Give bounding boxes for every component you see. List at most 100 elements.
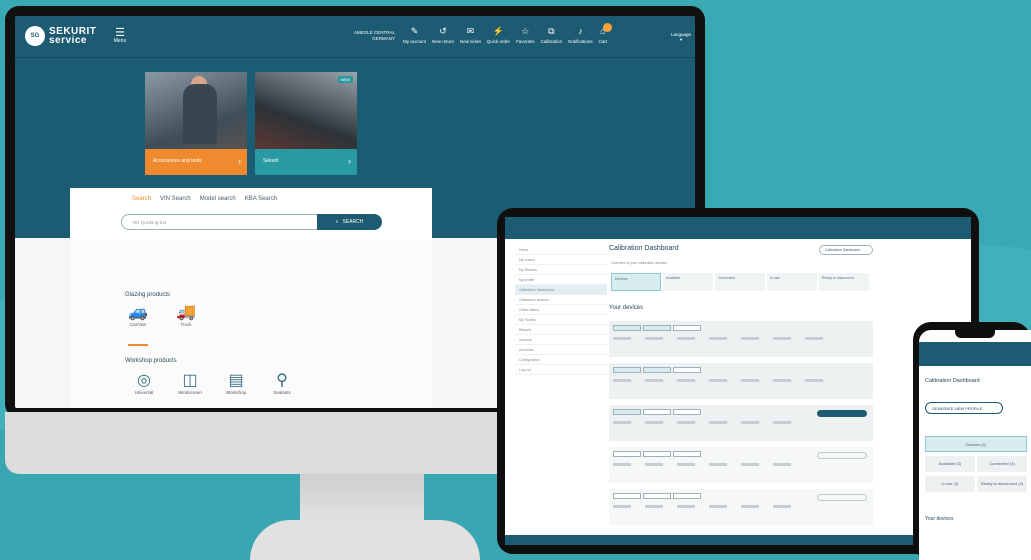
logo-line2: service (49, 35, 87, 46)
product-truck[interactable]: 🚚 Truck (168, 304, 204, 327)
sidebar-item[interactable]: Home (515, 245, 607, 255)
nav-quick-order[interactable]: ⚡ Quick order (487, 26, 510, 44)
menu-button[interactable]: ☰ Menu (110, 27, 130, 45)
tablet-page-title: Calibration Dashboard (609, 245, 679, 252)
nav-my-account[interactable]: ✎ My account (403, 26, 426, 44)
hamburger-icon: ☰ (115, 27, 125, 39)
product-label: Universal (134, 390, 154, 395)
product-windscreen[interactable]: ◫ Windscreen (172, 372, 208, 395)
sealant-icon: ⚲ (276, 372, 288, 389)
tab-model-search[interactable]: Model search (200, 196, 236, 202)
product-sealants[interactable]: ⚲ Sealants (264, 372, 300, 395)
sekurit-logo[interactable]: SG SEKURIT service (25, 26, 96, 46)
phone-notch (955, 330, 995, 338)
stat-ready[interactable]: Ready to disconnect (819, 273, 869, 291)
stat-connected[interactable]: Connected (715, 273, 765, 291)
car-icon: 🚙 (128, 304, 148, 321)
sekurit-card[interactable]: NEW Sekurit › (255, 72, 357, 175)
phone-tile-ready[interactable]: Ready to disconnect (3) (977, 476, 1027, 492)
sidebar-item[interactable]: Configuration (515, 355, 607, 365)
sidebar-item[interactable]: Order history (515, 305, 607, 315)
product-workshop[interactable]: ▤ Workshop (218, 372, 254, 395)
products-card: Glazing products 🚙 Car/Van 🚚 Truck Works… (70, 240, 432, 408)
nav-new-ticket[interactable]: ✉ New ticket (460, 26, 481, 44)
product-car-van[interactable]: 🚙 Car/Van (120, 304, 156, 327)
nav-new-return[interactable]: ↺ New return (432, 26, 454, 44)
device-row[interactable] (609, 321, 873, 357)
phone-tile-available[interactable]: Available (3) (925, 456, 975, 472)
universal-icon: ◎ (137, 372, 151, 389)
tablet-screen: Home My orders My Returns My profile Cal… (505, 217, 971, 545)
workshop-icon: ▤ (228, 372, 244, 389)
tab-vin-search[interactable]: VIN Search (160, 196, 191, 202)
sidebar-item[interactable]: My profile (515, 275, 607, 285)
windscreen-icon: ◫ (182, 372, 198, 389)
star-icon: ☆ (521, 26, 530, 36)
sidebar-item[interactable]: Reports (515, 325, 607, 335)
device-action-button[interactable] (817, 494, 867, 501)
nav-calibration[interactable]: ⧉ Calibration (541, 26, 563, 44)
worker-photo (183, 84, 217, 144)
tablet-dashboard-dropdown[interactable]: Calibration Dashboard (819, 245, 873, 255)
tablet-bottom-bar (505, 535, 971, 545)
phone-top-bar (919, 342, 1031, 366)
phone-tile-connected[interactable]: Connected (3) (977, 456, 1027, 472)
tab-kba-search[interactable]: KBA Search (245, 196, 277, 202)
chevron-right-icon: › (238, 156, 241, 166)
bolt-icon: ⚡ (492, 26, 505, 36)
search-button-label: SEARCH (342, 219, 364, 225)
stat-in-use[interactable]: In use (767, 273, 817, 291)
device-row[interactable] (609, 447, 873, 483)
search-button[interactable]: ⌕ SEARCH (317, 214, 382, 230)
ticket-icon: ✉ (466, 26, 475, 36)
stat-devices[interactable]: Devices (611, 273, 661, 291)
language-selector[interactable]: Language ▾ (671, 32, 691, 43)
nav-label: Calibration (540, 39, 563, 44)
product-label: Car/Van (129, 322, 147, 327)
tab-search[interactable]: Search (132, 196, 151, 202)
nav-label: New return (432, 39, 455, 44)
truck-icon: 🚚 (176, 304, 196, 321)
generate-profile-button[interactable]: GENERATE NEW PROFILE (925, 402, 1003, 414)
phone-screen: Calibration Dashboard GENERATE NEW PROFI… (919, 330, 1031, 560)
stat-available[interactable]: Available (663, 273, 713, 291)
device-row[interactable] (609, 489, 873, 525)
phone-tile-in-use[interactable]: In use (3) (925, 476, 975, 492)
menu-label: Menu (113, 38, 127, 44)
sidebar-item[interactable]: My Tickets (515, 315, 607, 325)
search-input[interactable]: VIN Quicking Ext (121, 214, 319, 230)
accessories-card[interactable]: Accessories and tools › (145, 72, 247, 175)
sidebar-item[interactable]: My orders (515, 255, 607, 265)
sidebar-item[interactable]: Invoices (515, 335, 607, 345)
product-label: Workshop (225, 390, 247, 395)
bell-icon: ♪ (578, 26, 583, 36)
monitor-stand-foot (250, 520, 480, 560)
nav-notifications[interactable]: ♪ Notifications (568, 26, 593, 44)
sidebar-item[interactable]: My Returns (515, 265, 607, 275)
tablet-stats: Devices Available Connected In use Ready… (611, 273, 869, 291)
chevron-right-icon: › (348, 156, 351, 166)
phone-tile-devices[interactable]: Devices (4) (925, 436, 1027, 452)
return-icon: ↺ (439, 26, 447, 36)
sidebar-item[interactable]: Accounts (515, 345, 607, 355)
device-row[interactable] (609, 405, 873, 441)
device-action-button[interactable] (817, 410, 867, 417)
phone-devices-heading: Your devices (925, 516, 954, 522)
calibration-icon: ⧉ (548, 26, 555, 36)
company-selector[interactable]: AMEGLE CENTRAL GERMANY (345, 30, 395, 42)
sidebar-item-active[interactable]: Calibration Dashboard (515, 285, 607, 295)
tablet-devices-heading: Your devices (609, 305, 644, 311)
sidebar-item[interactable]: Calibration devices (515, 295, 607, 305)
nav-favorites[interactable]: ☆ Favorites (516, 26, 535, 44)
device-row[interactable] (609, 363, 873, 399)
nav-label: Quick order (486, 39, 511, 44)
search-icon: ⌕ (335, 219, 339, 225)
active-underline (128, 344, 148, 346)
device-action-button[interactable] (817, 452, 867, 459)
sidebar-item[interactable]: Log out (515, 365, 607, 375)
glazing-title: Glazing products (125, 292, 171, 298)
product-universal[interactable]: ◎ Universal (126, 372, 162, 395)
nav-cart[interactable]: ⌂ Cart (599, 23, 613, 44)
top-navigation-bar: SG SEKURIT service ☰ Menu AMEGLE CENTRAL… (15, 16, 695, 58)
card-label: Accessories and tools (153, 158, 202, 164)
